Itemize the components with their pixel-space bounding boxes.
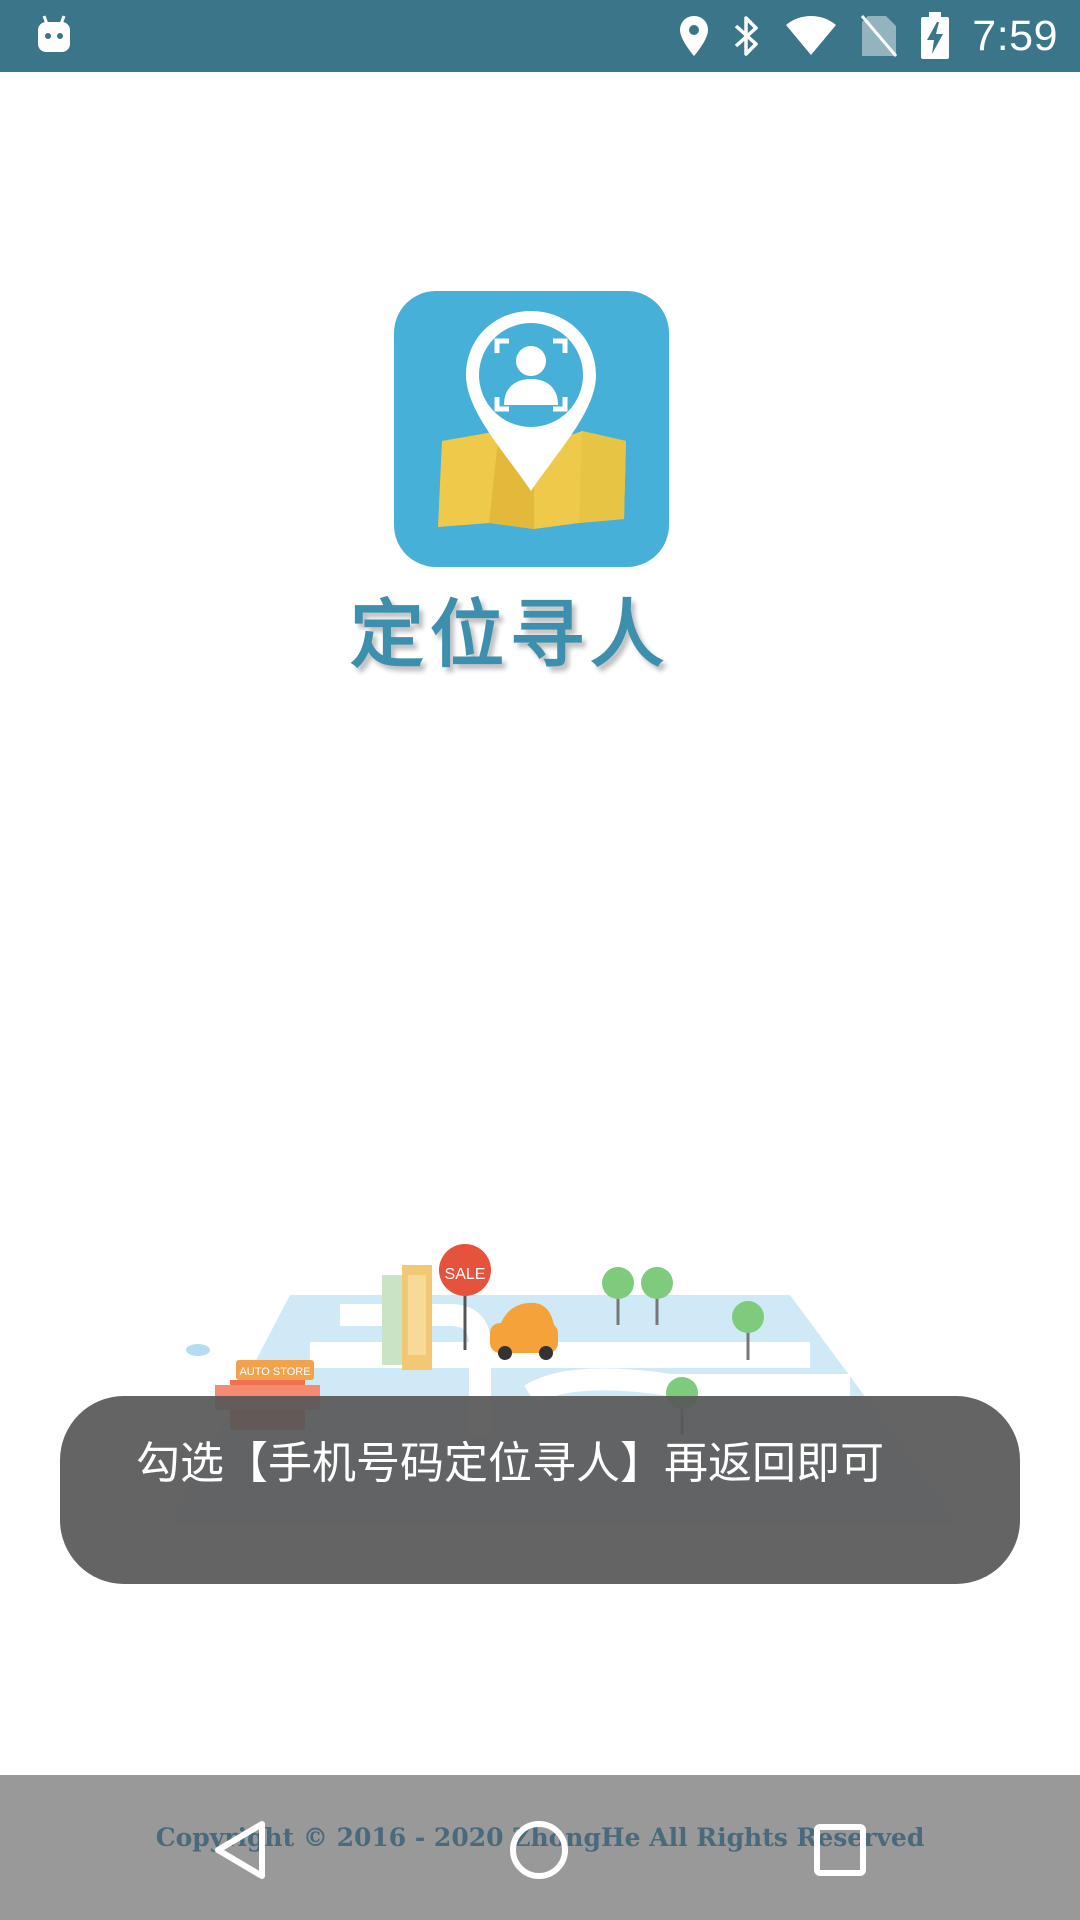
recents-button[interactable]: [795, 1805, 885, 1895]
back-button[interactable]: [195, 1805, 285, 1895]
status-icons: 7:59: [678, 0, 1058, 72]
android-icon: [38, 15, 70, 52]
navigation-bar: Copyright © 2016 - 2020 ZhongHe All Righ…: [0, 1775, 1080, 1920]
wifi-icon: [786, 16, 837, 55]
app-logo-icon: [394, 291, 669, 567]
recents-icon: [814, 1824, 866, 1876]
home-icon: [510, 1821, 568, 1879]
status-bar: 7:59: [0, 0, 1080, 72]
sale-sign-text: SALE: [445, 1266, 486, 1283]
battery-charging-icon: [921, 12, 950, 59]
no-sim-icon: [861, 15, 898, 57]
toast-text: 勾选【手机号码定位寻人】再返回即可: [136, 1438, 884, 1489]
bluetooth-icon: [735, 16, 759, 56]
app-name-logo: 定位寻人: [350, 592, 670, 678]
location-icon: [680, 16, 709, 56]
home-button[interactable]: [494, 1805, 584, 1895]
store-sign-text: AUTO STORE: [239, 1366, 310, 1378]
back-icon: [215, 1821, 265, 1879]
splash-screen: 7:59 定位寻人 SALE AUTO STORE 勾选【手机号码定位寻人】再返…: [0, 0, 1080, 1920]
toast-message: 勾选【手机号码定位寻人】再返回即可: [60, 1396, 1020, 1584]
clock: 7:59: [972, 11, 1058, 60]
